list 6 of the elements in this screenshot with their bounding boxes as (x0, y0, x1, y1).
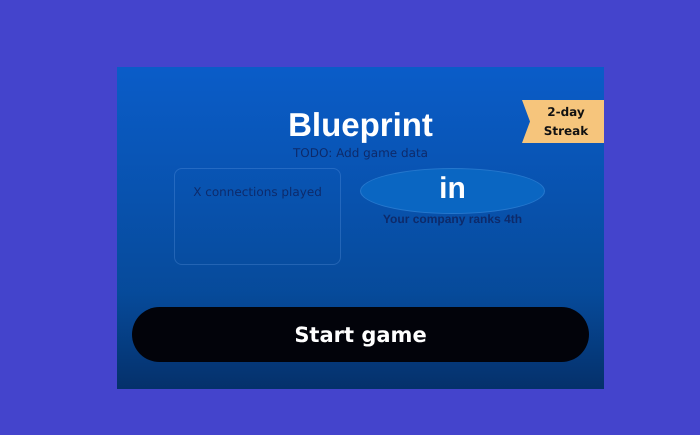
game-title: Blueprint (288, 105, 433, 145)
subtitle: TODO: Add game data (292, 145, 428, 161)
tile-text: Your company ranks 4th (382, 212, 522, 226)
streak-badge: 2-day Streak (522, 100, 604, 143)
tile-text: X connections played (193, 185, 322, 199)
start-game-button[interactable]: Start game (132, 307, 589, 362)
